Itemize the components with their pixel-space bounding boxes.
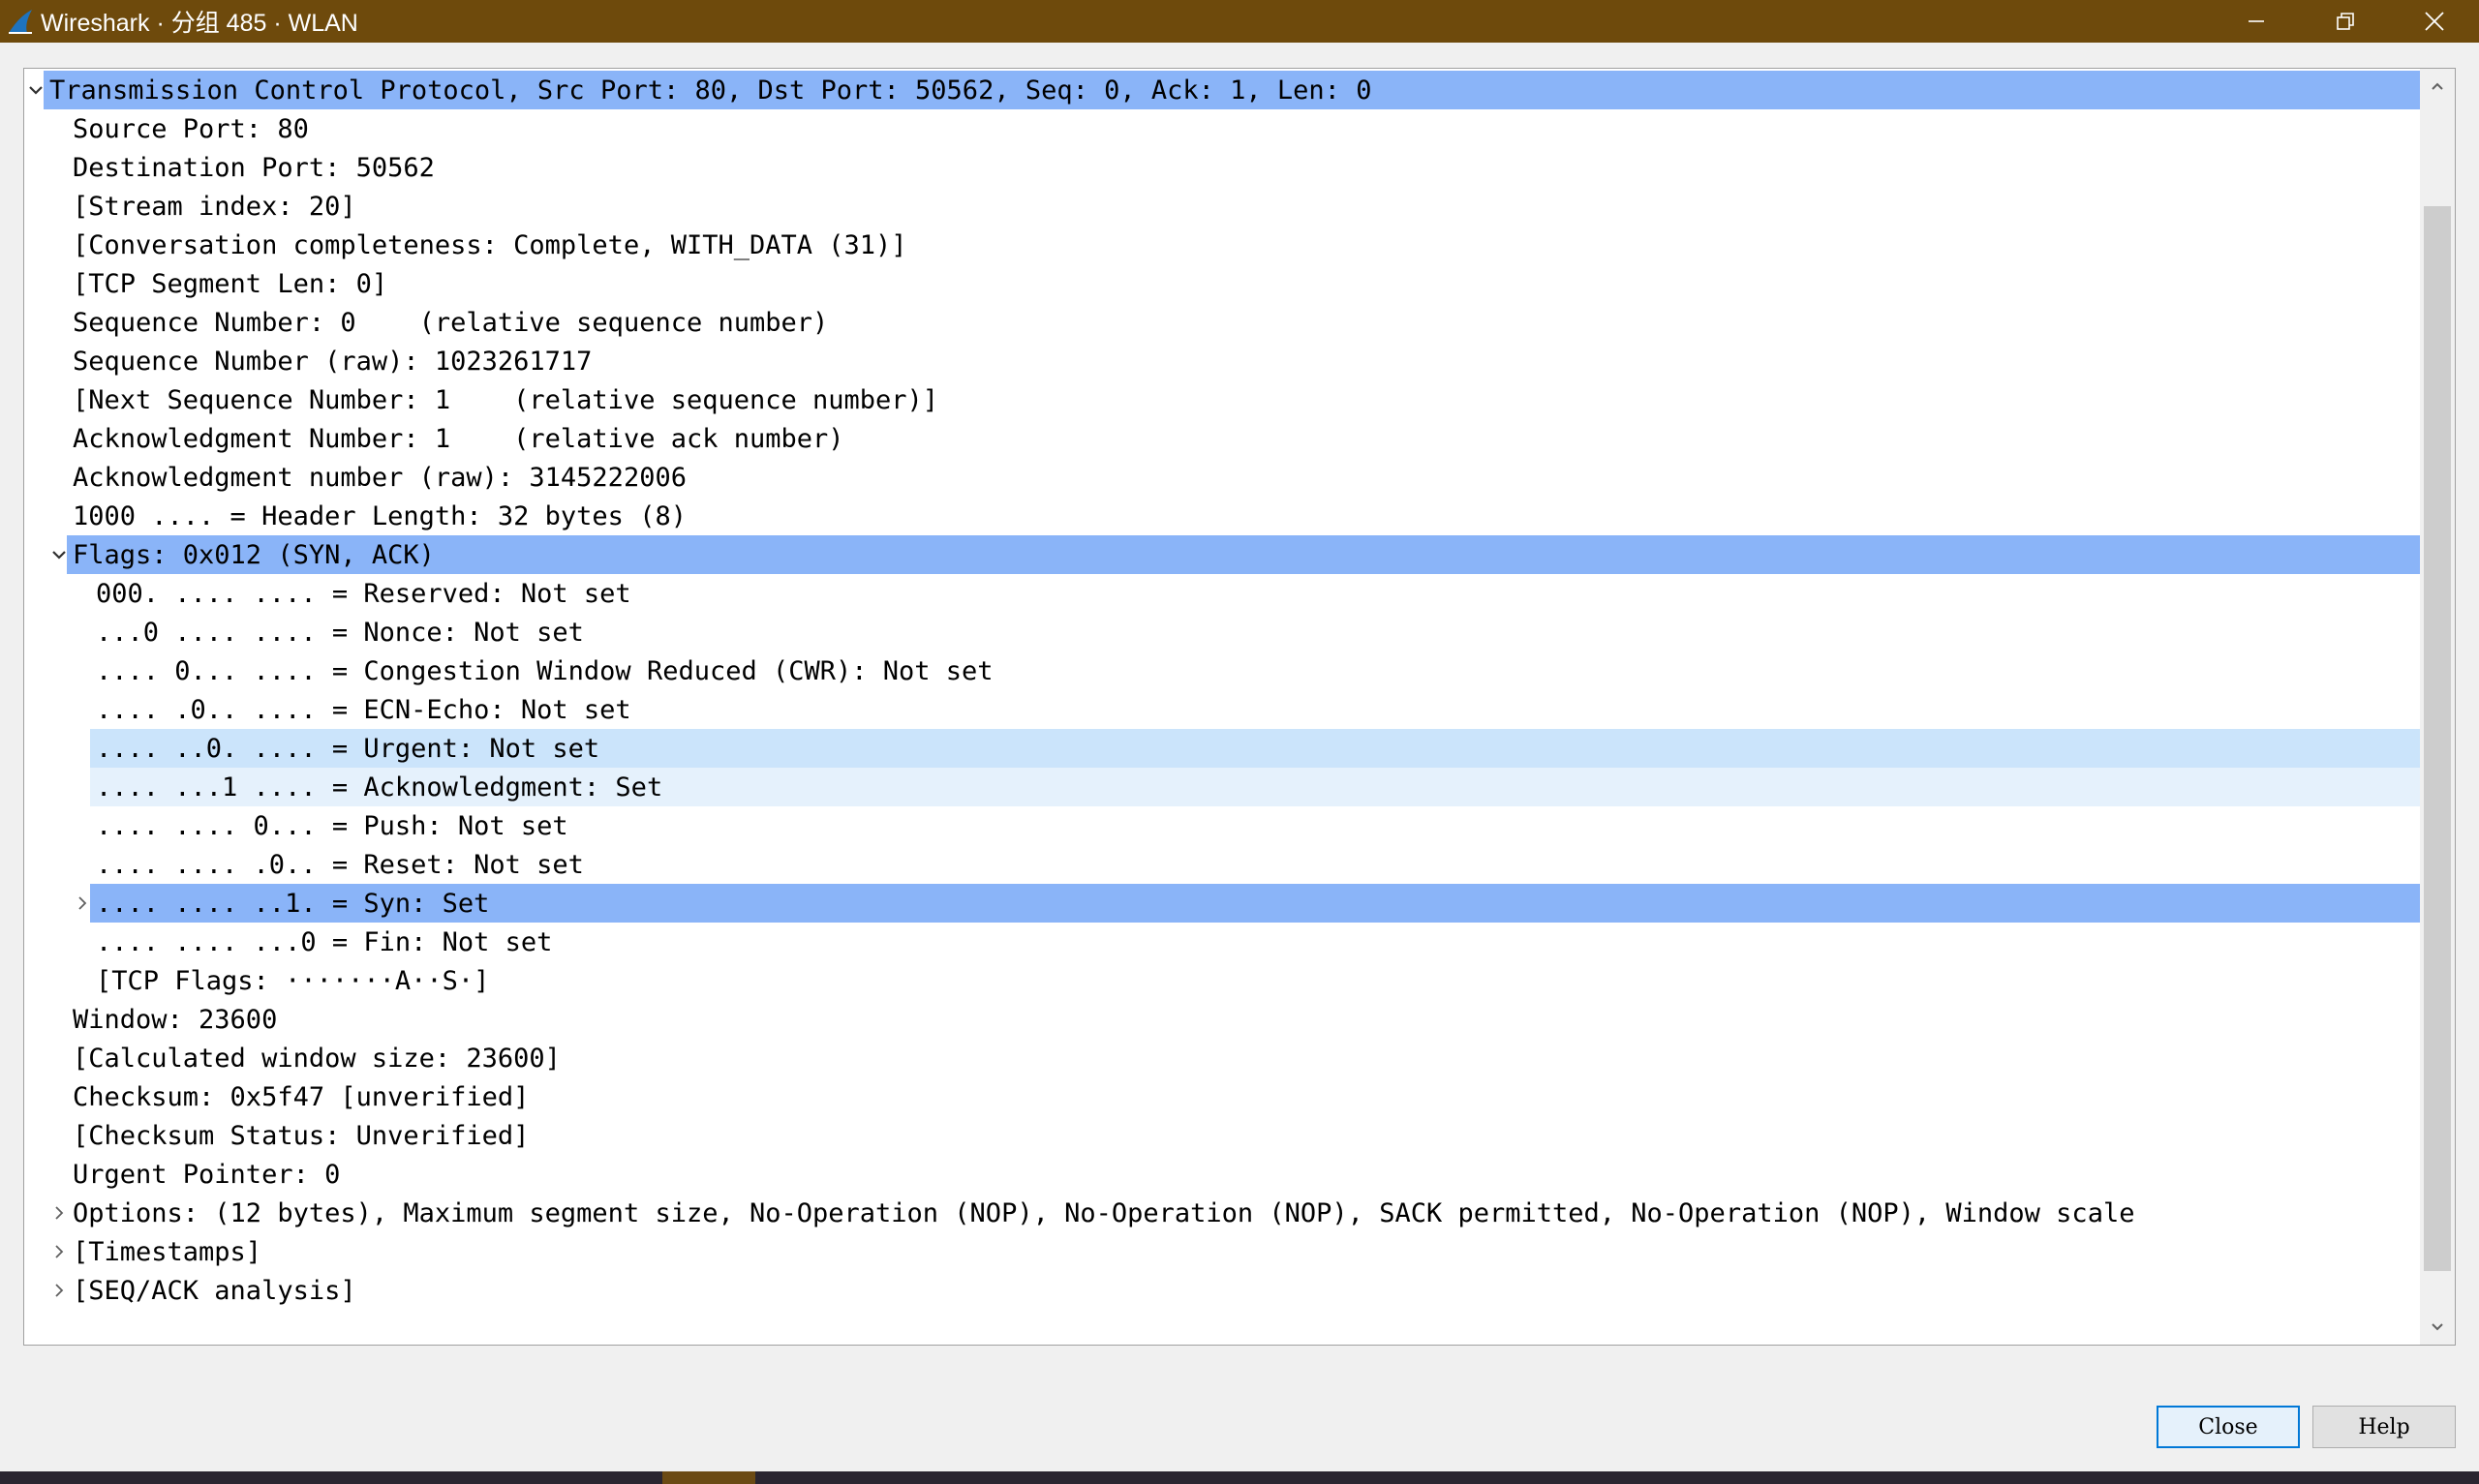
title-bar: Wireshark · 分组 485 · WLAN — [0, 0, 2479, 43]
tree-row-label: Window: 23600 — [73, 1004, 278, 1035]
tree-row-label: .... .... .0.. = Reset: Not set — [96, 849, 584, 880]
tree-row-label: Transmission Control Protocol, Src Port:… — [49, 75, 1372, 106]
tree-row-label: Checksum: 0x5f47 [unverified] — [73, 1081, 530, 1112]
tree-row[interactable]: Transmission Control Protocol, Src Port:… — [44, 71, 2420, 109]
tree-row[interactable]: [Calculated window size: 23600] — [67, 1039, 2420, 1077]
tree-row-label: Sequence Number: 0 (relative sequence nu… — [73, 307, 829, 338]
tree-row-label: .... 0... .... = Congestion Window Reduc… — [96, 655, 994, 686]
help-button[interactable]: Help — [2312, 1406, 2456, 1448]
tree-row-label: [Next Sequence Number: 1 (relative seque… — [73, 384, 939, 415]
minimize-button[interactable] — [2212, 0, 2301, 43]
tree-row-label: Source Port: 80 — [73, 113, 309, 144]
shark-fin-icon — [4, 5, 37, 38]
expand-arrow-down-icon[interactable] — [24, 71, 49, 109]
collapse-arrow-right-icon[interactable] — [69, 884, 96, 923]
tree-row[interactable]: [Next Sequence Number: 1 (relative seque… — [67, 380, 2420, 419]
tree-row-label: Urgent Pointer: 0 — [73, 1159, 341, 1190]
tree-row-label: .... .... ...0 = Fin: Not set — [96, 926, 553, 957]
tree-row-label: [SEQ/ACK analysis] — [73, 1275, 356, 1306]
tree-row-label: [Checksum Status: Unverified] — [73, 1120, 530, 1151]
tree-row-label: [Stream index: 20] — [73, 191, 356, 222]
tree-row[interactable]: Options: (12 bytes), Maximum segment siz… — [67, 1194, 2420, 1232]
chevron-up-icon — [2432, 82, 2443, 90]
tree-row-label: Acknowledgment number (raw): 3145222006 — [73, 462, 687, 493]
tree-row[interactable]: Window: 23600 — [67, 1000, 2420, 1039]
tree-row-label: ...0 .... .... = Nonce: Not set — [96, 617, 584, 648]
tree-row[interactable]: 1000 .... = Header Length: 32 bytes (8) — [67, 497, 2420, 535]
tree-row-label: 000. .... .... = Reserved: Not set — [96, 578, 631, 609]
taskbar-strip — [0, 1471, 2479, 1484]
minimize-icon — [2249, 20, 2264, 22]
tree-row[interactable]: 000. .... .... = Reserved: Not set — [90, 574, 2420, 613]
collapse-arrow-right-icon[interactable] — [46, 1271, 73, 1310]
tree-row-label: [TCP Flags: ·······A··S·] — [96, 965, 490, 996]
tree-row[interactable]: [TCP Flags: ·······A··S·] — [90, 961, 2420, 1000]
tree-row-label: [Conversation completeness: Complete, WI… — [73, 229, 907, 260]
tree-row[interactable]: [TCP Segment Len: 0] — [67, 264, 2420, 303]
tree-row[interactable]: .... .... .0.. = Reset: Not set — [90, 845, 2420, 884]
tree-row[interactable]: Source Port: 80 — [67, 109, 2420, 148]
expand-arrow-down-icon[interactable] — [46, 535, 73, 574]
scroll-up-button[interactable] — [2420, 69, 2455, 104]
tree-row-label: Flags: 0x012 (SYN, ACK) — [73, 539, 435, 570]
scroll-down-button[interactable] — [2420, 1310, 2455, 1345]
tree-row-label: [Timestamps] — [73, 1236, 262, 1267]
tree-row[interactable]: Sequence Number (raw): 1023261717 — [67, 342, 2420, 380]
tree-row-label: Destination Port: 50562 — [73, 152, 435, 183]
tree-row-label: .... ...1 .... = Acknowledgment: Set — [96, 772, 663, 803]
window-title: Wireshark · 分组 485 · WLAN — [41, 10, 358, 37]
tree-row-label: 1000 .... = Header Length: 32 bytes (8) — [73, 500, 687, 531]
close-icon — [2425, 12, 2444, 31]
tree-row[interactable]: Urgent Pointer: 0 — [67, 1155, 2420, 1194]
tree-row[interactable]: [Timestamps] — [67, 1232, 2420, 1271]
tree-row[interactable]: .... .... 0... = Push: Not set — [90, 806, 2420, 845]
vertical-scrollbar[interactable] — [2420, 69, 2455, 1345]
tree-row-label: Acknowledgment Number: 1 (relative ack n… — [73, 423, 844, 454]
tree-row[interactable]: .... .0.. .... = ECN-Echo: Not set — [90, 690, 2420, 729]
tree-row-label: .... ..0. .... = Urgent: Not set — [96, 733, 600, 764]
tree-row[interactable]: Acknowledgment Number: 1 (relative ack n… — [67, 419, 2420, 458]
packet-details-tree[interactable]: Transmission Control Protocol, Src Port:… — [23, 68, 2456, 1346]
tree-row[interactable]: .... 0... .... = Congestion Window Reduc… — [90, 651, 2420, 690]
tree-row[interactable]: Checksum: 0x5f47 [unverified] — [67, 1077, 2420, 1116]
tree-row-label: [TCP Segment Len: 0] — [73, 268, 388, 299]
tree-row[interactable]: [Stream index: 20] — [67, 187, 2420, 226]
tree-row-label: Options: (12 bytes), Maximum segment siz… — [73, 1197, 2135, 1228]
tree-row-label: .... .... ..1. = Syn: Set — [96, 888, 490, 919]
tree-row-label: Sequence Number (raw): 1023261717 — [73, 346, 593, 377]
tree-row[interactable]: Destination Port: 50562 — [67, 148, 2420, 187]
tree-row[interactable]: .... ..0. .... = Urgent: Not set — [90, 729, 2420, 768]
collapse-arrow-right-icon[interactable] — [46, 1232, 73, 1271]
tree-row[interactable]: .... .... ...0 = Fin: Not set — [90, 923, 2420, 961]
tree-row-label: .... .... 0... = Push: Not set — [96, 810, 568, 841]
tree-row[interactable]: ...0 .... .... = Nonce: Not set — [90, 613, 2420, 651]
close-window-button[interactable] — [2390, 0, 2479, 43]
chevron-down-icon — [2432, 1323, 2443, 1331]
scrollbar-thumb[interactable] — [2424, 206, 2451, 1271]
taskbar-active-item — [662, 1471, 755, 1484]
restore-icon — [2337, 13, 2354, 30]
collapse-arrow-right-icon[interactable] — [46, 1194, 73, 1232]
tree-row[interactable]: .... ...1 .... = Acknowledgment: Set — [90, 768, 2420, 806]
tree-row[interactable]: [SEQ/ACK analysis] — [67, 1271, 2420, 1310]
window-controls — [2212, 0, 2479, 43]
tree-row[interactable]: Acknowledgment number (raw): 3145222006 — [67, 458, 2420, 497]
tree-row[interactable]: .... .... ..1. = Syn: Set — [90, 884, 2420, 923]
tree-row-label: [Calculated window size: 23600] — [73, 1043, 561, 1074]
restore-button[interactable] — [2301, 0, 2390, 43]
tree-row[interactable]: [Conversation completeness: Complete, WI… — [67, 226, 2420, 264]
tree-row[interactable]: Sequence Number: 0 (relative sequence nu… — [67, 303, 2420, 342]
close-button[interactable]: Close — [2157, 1406, 2300, 1448]
tree-row[interactable]: Flags: 0x012 (SYN, ACK) — [67, 535, 2420, 574]
tree-row[interactable]: [Checksum Status: Unverified] — [67, 1116, 2420, 1155]
tree-row-label: .... .0.. .... = ECN-Echo: Not set — [96, 694, 631, 725]
